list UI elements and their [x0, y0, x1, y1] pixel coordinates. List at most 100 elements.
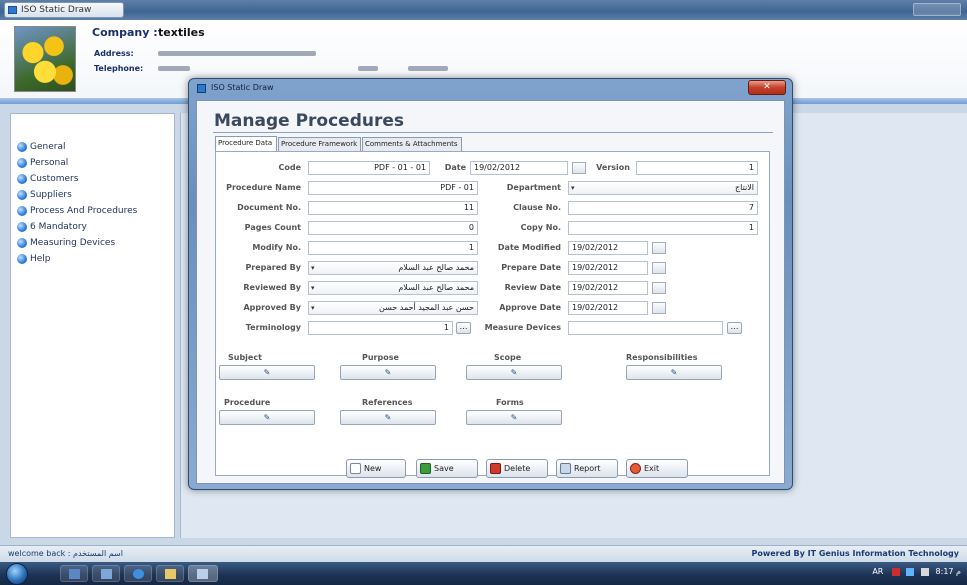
prepare-date-field[interactable]: 19/02/2012: [568, 261, 648, 275]
sidebar-item-suppliers[interactable]: Suppliers: [17, 188, 72, 202]
procedure-button[interactable]: ✎: [219, 410, 315, 425]
title-divider: [213, 132, 773, 133]
powered-by-text: Powered By IT Genius Information Technol…: [751, 549, 959, 558]
delete-button[interactable]: Delete: [486, 459, 548, 478]
responsibilities-button[interactable]: ✎: [626, 365, 722, 380]
edit-icon: ✎: [510, 413, 518, 422]
responsibilities-label: Responsibilities: [626, 353, 698, 362]
date-modified-calendar-icon[interactable]: [652, 242, 666, 254]
sidebar-item-personal[interactable]: Personal: [17, 156, 68, 170]
forms-button[interactable]: ✎: [466, 410, 562, 425]
dialog-close-button[interactable]: ✕: [748, 80, 786, 95]
approve-date-field[interactable]: 19/02/2012: [568, 301, 648, 315]
report-icon: [560, 463, 571, 474]
dialog-body: Manage Procedures Procedure Data Procedu…: [196, 100, 785, 484]
scope-button[interactable]: ✎: [466, 365, 562, 380]
approve-date-label: Approve Date: [499, 303, 561, 312]
report-button[interactable]: Report: [556, 459, 618, 478]
document-no-field[interactable]: 11: [308, 201, 478, 215]
code-field[interactable]: PDF - 01 - 01: [308, 161, 430, 175]
address-value-blurred: [158, 51, 316, 56]
tab-comments-attachments[interactable]: Comments & Attachments: [362, 137, 462, 151]
code-label: Code: [278, 163, 301, 172]
date-modified-field[interactable]: 19/02/2012: [568, 241, 648, 255]
measure-devices-field[interactable]: [568, 321, 723, 335]
references-label: References: [362, 398, 413, 407]
language-indicator[interactable]: AR: [872, 567, 883, 576]
date-field[interactable]: 19/02/2012: [470, 161, 568, 175]
sidebar-item-general[interactable]: General: [17, 140, 65, 154]
measure-devices-label: Measure Devices: [484, 323, 561, 332]
modify-no-field[interactable]: 1: [308, 241, 478, 255]
company-logo-photo: [14, 26, 76, 92]
tab-procedure-framework[interactable]: Procedure Framework: [278, 137, 361, 151]
dropdown-arrow-icon: ▾: [311, 264, 315, 272]
main-window-tab[interactable]: ISO Static Draw: [4, 2, 124, 18]
tray-network-icon[interactable]: [906, 567, 915, 576]
review-date-label: Review Date: [504, 283, 561, 292]
pages-count-field[interactable]: 0: [308, 221, 478, 235]
reviewed-by-label: Reviewed By: [243, 283, 301, 292]
terminology-label: Terminology: [245, 323, 301, 332]
sidebar-item-help[interactable]: Help: [17, 252, 51, 266]
terminology-browse-button[interactable]: …: [456, 322, 471, 334]
edit-icon: ✎: [384, 368, 392, 377]
approved-by-dropdown[interactable]: ▾ حسن عبد المجيد أحمد حسن: [308, 301, 478, 315]
sidebar-nav: General Personal Customers Suppliers Pro…: [10, 113, 175, 538]
procedure-name-field[interactable]: PDF - 01: [308, 181, 478, 195]
tab-procedure-data[interactable]: Procedure Data: [215, 136, 277, 151]
sidebar-item-6-mandatory[interactable]: 6 Mandatory: [17, 220, 87, 234]
clock[interactable]: 8:17 م: [936, 567, 961, 576]
taskbar-app-button[interactable]: [92, 565, 120, 582]
sidebar-item-measuring-devices[interactable]: Measuring Devices: [17, 236, 115, 250]
prepared-by-dropdown[interactable]: ▾ محمد صالح عبد السلام: [308, 261, 478, 275]
approve-date-calendar-icon[interactable]: [652, 302, 666, 314]
date-calendar-icon[interactable]: [572, 162, 586, 174]
bullet-icon: [17, 158, 27, 168]
bullet-icon: [17, 222, 27, 232]
save-button[interactable]: Save: [416, 459, 478, 478]
department-dropdown[interactable]: ▾ الانتاج: [568, 181, 758, 195]
bullet-icon: [17, 142, 27, 152]
bullet-icon: [17, 254, 27, 264]
reviewed-by-dropdown[interactable]: ▾ محمد صالح عبد السلام: [308, 281, 478, 295]
taskbar-browser-button[interactable]: [124, 565, 152, 582]
terminology-field[interactable]: 1: [308, 321, 453, 335]
date-modified-label: Date Modified: [497, 243, 561, 252]
taskbar-explorer-button[interactable]: [156, 565, 184, 582]
sidebar-item-customers[interactable]: Customers: [17, 172, 78, 186]
pages-count-label: Pages Count: [244, 223, 301, 232]
version-label: Version: [596, 163, 630, 172]
prepare-date-calendar-icon[interactable]: [652, 262, 666, 274]
taskbar-media-button[interactable]: [60, 565, 88, 582]
scope-label: Scope: [494, 353, 522, 362]
purpose-button[interactable]: ✎: [340, 365, 436, 380]
start-button[interactable]: [6, 563, 28, 585]
company-label: Company :: [92, 26, 158, 39]
dropdown-arrow-icon: ▾: [311, 304, 315, 312]
sidebar-item-process-and-procedures[interactable]: Process And Procedures: [17, 204, 137, 218]
tray-flag-icon[interactable]: [891, 567, 900, 576]
tray-volume-icon[interactable]: [920, 567, 929, 576]
address-label: Address:: [94, 49, 134, 58]
taskbar-iso-app-button[interactable]: [188, 565, 218, 582]
review-date-field[interactable]: 19/02/2012: [568, 281, 648, 295]
copy-no-field[interactable]: 1: [568, 221, 758, 235]
review-date-calendar-icon[interactable]: [652, 282, 666, 294]
bullet-icon: [17, 174, 27, 184]
approved-by-label: Approved By: [243, 303, 301, 312]
department-label: Department: [506, 183, 561, 192]
window-controls[interactable]: [913, 3, 961, 16]
app-icon: [8, 6, 17, 14]
taskbar: AR 8:17 م: [0, 562, 967, 585]
references-button[interactable]: ✎: [340, 410, 436, 425]
clause-no-field[interactable]: 7: [568, 201, 758, 215]
subject-button[interactable]: ✎: [219, 365, 315, 380]
version-field[interactable]: 1: [636, 161, 758, 175]
dialog-app-icon: [197, 84, 206, 93]
new-button[interactable]: New: [346, 459, 406, 478]
measure-devices-browse-button[interactable]: …: [727, 322, 742, 334]
subject-label: Subject: [228, 353, 262, 362]
dialog-title: ISO Static Draw: [211, 83, 274, 92]
exit-button[interactable]: Exit: [626, 459, 688, 478]
